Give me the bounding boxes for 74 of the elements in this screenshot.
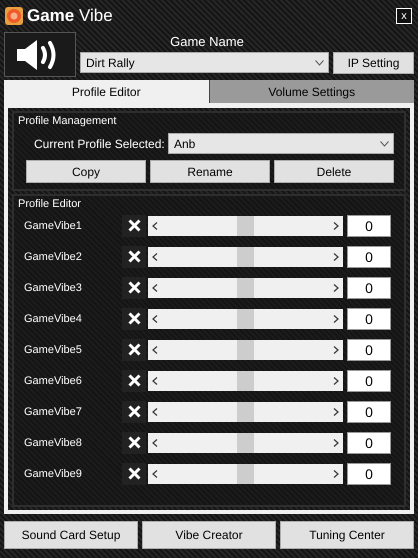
window-title: Game Vibe — [27, 6, 114, 26]
channel-name: GameVibe6 — [24, 374, 83, 386]
mute-button[interactable] — [122, 246, 146, 268]
slider-thumb[interactable] — [237, 432, 254, 452]
slider-thumb[interactable] — [237, 246, 254, 266]
channel-name: GameVibe9 — [24, 468, 83, 480]
tab[interactable]: Profile Editor — [4, 80, 208, 103]
bottom-button[interactable]: Tuning Center — [280, 521, 414, 549]
close-icon — [128, 374, 140, 387]
value-field[interactable]: 0 — [347, 308, 391, 330]
scroll-slider[interactable] — [148, 370, 343, 390]
mute-button[interactable] — [122, 400, 146, 422]
scroll-slider[interactable] — [148, 432, 343, 452]
channel-name: GameVibe1 — [24, 220, 83, 232]
channel-name: GameVibe7 — [24, 406, 83, 418]
current-profile-label: Current Profile Selected: — [33, 136, 166, 150]
close-icon — [128, 405, 140, 418]
close-icon — [128, 436, 140, 449]
slider-thumb[interactable] — [237, 464, 254, 484]
channel-name: GameVibe8 — [24, 436, 83, 448]
close-button[interactable]: x — [396, 8, 412, 24]
scroll-slider[interactable] — [148, 340, 343, 360]
chevron-icon — [315, 60, 324, 66]
scroll-slider[interactable] — [148, 246, 343, 266]
mute-button[interactable] — [122, 338, 146, 360]
mute-button[interactable] — [122, 308, 146, 330]
game-name-label: Game Name — [169, 33, 245, 51]
scroll-slider[interactable] — [148, 464, 343, 484]
profile-action-button[interactable]: Delete — [274, 160, 394, 183]
slider-thumb[interactable] — [237, 402, 254, 422]
value-field[interactable]: 0 — [347, 432, 391, 454]
scroll-slider[interactable] — [148, 216, 343, 236]
value-field[interactable]: 0 — [347, 400, 391, 422]
close-icon — [128, 250, 140, 263]
game-dropdown[interactable]: Dirt Rally — [80, 52, 329, 73]
value-field[interactable]: 0 — [347, 276, 391, 298]
slider-thumb[interactable] — [237, 216, 254, 236]
tab[interactable]: Volume Settings — [208, 80, 414, 103]
slider-thumb[interactable] — [237, 370, 254, 390]
mute-button[interactable] — [122, 370, 146, 392]
channel-name: GameVibe5 — [24, 344, 83, 356]
mute-button[interactable] — [122, 276, 146, 298]
profile-action-button[interactable]: Rename — [150, 160, 270, 183]
channel-name: GameVibe2 — [24, 250, 83, 262]
scroll-slider[interactable] — [148, 308, 343, 328]
mute-button[interactable] — [122, 432, 146, 454]
close-icon — [128, 219, 140, 232]
value-field[interactable]: 0 — [347, 462, 391, 484]
channel-name: GameVibe3 — [24, 282, 83, 294]
close-icon — [128, 343, 140, 356]
slider-thumb[interactable] — [237, 308, 254, 328]
scroll-slider[interactable] — [148, 402, 343, 422]
channel-name: GameVibe4 — [24, 312, 83, 324]
ip-setting-button[interactable]: IP Setting — [333, 52, 414, 74]
slider-thumb[interactable] — [237, 278, 254, 298]
bottom-button[interactable]: Vibe Creator — [142, 521, 276, 549]
close-icon — [128, 281, 140, 294]
group-title: Profile Management — [18, 115, 118, 127]
bottom-button[interactable]: Sound Card Setup — [4, 521, 138, 549]
value-field[interactable]: 0 — [347, 214, 391, 236]
app-logo-icon — [5, 7, 23, 25]
profile-action-button[interactable]: Copy — [26, 160, 146, 183]
mute-button[interactable] — [122, 462, 146, 484]
mute-button[interactable] — [122, 214, 146, 236]
value-field[interactable]: 0 — [347, 338, 391, 360]
slider-thumb[interactable] — [237, 340, 254, 360]
group-title: Profile Editor — [18, 198, 82, 210]
value-field[interactable]: 0 — [347, 246, 391, 268]
scroll-slider[interactable] — [148, 278, 343, 298]
value-field[interactable]: 0 — [347, 370, 391, 392]
profile-dropdown[interactable]: Anb — [168, 133, 394, 154]
close-icon — [128, 467, 140, 480]
close-icon — [128, 312, 140, 325]
chevron-icon — [380, 140, 389, 146]
